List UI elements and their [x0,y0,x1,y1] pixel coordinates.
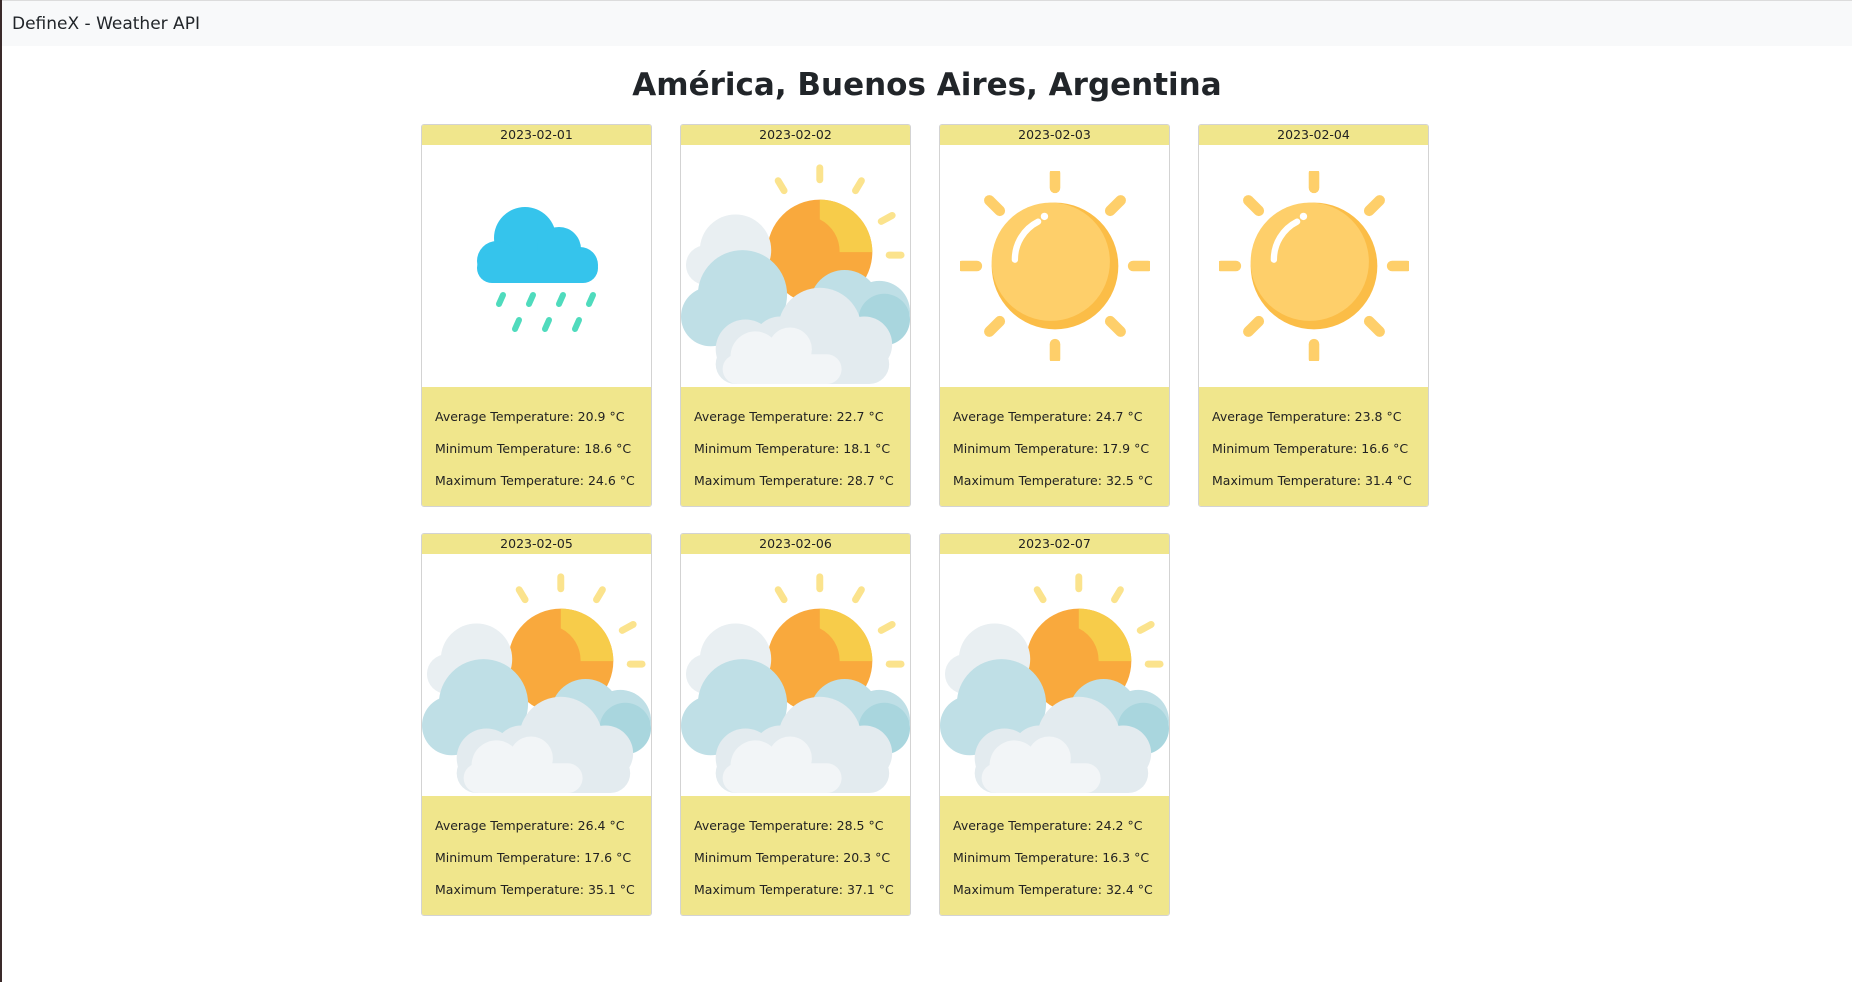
avg-temperature-label: Average Temperature: [694,818,837,833]
navbar: DefineX - Weather API [2,0,1852,46]
card-date: 2023-02-05 [422,534,651,554]
rain-icon [422,145,651,387]
min-temperature-label: Minimum Temperature: [435,441,585,456]
max-temperature-value: 35.1 °C [587,882,635,897]
max-temperature-label: Maximum Temperature: [694,882,847,897]
avg-temperature: Average Temperature: 20.9 °C [435,401,651,433]
min-temperature-label: Minimum Temperature: [694,441,844,456]
min-temperature-value: 18.1 °C [843,441,891,456]
card-body: Average Temperature: 22.7 °C Minimum Tem… [681,387,910,506]
max-temperature-value: 32.4 °C [1105,882,1153,897]
min-temperature-label: Minimum Temperature: [953,850,1103,865]
min-temperature-label: Minimum Temperature: [694,850,844,865]
min-temperature: Minimum Temperature: 16.3 °C [953,842,1169,874]
max-temperature: Maximum Temperature: 28.7 °C [694,465,910,497]
min-temperature: Minimum Temperature: 16.6 °C [1212,433,1428,465]
min-temperature-label: Minimum Temperature: [953,441,1103,456]
max-temperature-value: 24.6 °C [587,473,635,488]
min-temperature-value: 17.9 °C [1102,441,1150,456]
partly-cloudy-icon [940,554,1169,796]
card-body: Average Temperature: 26.4 °C Minimum Tem… [422,796,651,915]
max-temperature-value: 31.4 °C [1364,473,1412,488]
min-temperature-value: 16.6 °C [1361,441,1409,456]
avg-temperature-value: 24.2 °C [1095,818,1143,833]
min-temperature-value: 17.6 °C [584,850,632,865]
max-temperature: Maximum Temperature: 32.4 °C [953,874,1169,906]
partly-cloudy-icon [681,554,910,796]
avg-temperature-label: Average Temperature: [953,818,1096,833]
avg-temperature: Average Temperature: 28.5 °C [694,810,910,842]
forecast-card-2023-02-03: 2023-02-03 Average Temperature: 24.7 °C … [939,124,1170,507]
min-temperature: Minimum Temperature: 17.6 °C [435,842,651,874]
forecast-card-2023-02-05: 2023-02-05 Average Temperature: 26.4 °C … [421,533,652,916]
avg-temperature-value: 28.5 °C [836,818,884,833]
avg-temperature-value: 20.9 °C [577,409,625,424]
max-temperature-label: Maximum Temperature: [435,473,588,488]
page-title: América, Buenos Aires, Argentina [632,67,1222,103]
partly-cloudy-icon [422,554,651,796]
card-date: 2023-02-01 [422,125,651,145]
avg-temperature-value: 23.8 °C [1354,409,1402,424]
forecast-grid: 2023-02-01 Average Temperature: 20.9 °C … [421,124,1431,916]
min-temperature-value: 16.3 °C [1102,850,1150,865]
card-body: Average Temperature: 24.2 °C Minimum Tem… [940,796,1169,915]
card-body: Average Temperature: 24.7 °C Minimum Tem… [940,387,1169,506]
card-body: Average Temperature: 20.9 °C Minimum Tem… [422,387,651,506]
forecast-card-2023-02-01: 2023-02-01 Average Temperature: 20.9 °C … [421,124,652,507]
avg-temperature: Average Temperature: 22.7 °C [694,401,910,433]
max-temperature-value: 32.5 °C [1105,473,1153,488]
max-temperature-value: 28.7 °C [846,473,894,488]
partly-cloudy-icon [681,145,910,387]
avg-temperature-value: 24.7 °C [1095,409,1143,424]
avg-temperature: Average Temperature: 26.4 °C [435,810,651,842]
max-temperature: Maximum Temperature: 24.6 °C [435,465,651,497]
min-temperature-label: Minimum Temperature: [435,850,585,865]
max-temperature: Maximum Temperature: 35.1 °C [435,874,651,906]
avg-temperature-label: Average Temperature: [435,818,578,833]
card-date: 2023-02-06 [681,534,910,554]
max-temperature: Maximum Temperature: 31.4 °C [1212,465,1428,497]
navbar-brand[interactable]: DefineX - Weather API [12,14,200,34]
max-temperature-value: 37.1 °C [846,882,894,897]
min-temperature: Minimum Temperature: 17.9 °C [953,433,1169,465]
forecast-card-2023-02-06: 2023-02-06 Average Temperature: 28.5 °C … [680,533,911,916]
sun-icon [1199,145,1428,387]
avg-temperature-label: Average Temperature: [694,409,837,424]
max-temperature-label: Maximum Temperature: [435,882,588,897]
min-temperature: Minimum Temperature: 18.1 °C [694,433,910,465]
min-temperature-value: 20.3 °C [843,850,891,865]
max-temperature-label: Maximum Temperature: [953,473,1106,488]
avg-temperature-value: 26.4 °C [577,818,625,833]
card-date: 2023-02-07 [940,534,1169,554]
forecast-card-2023-02-07: 2023-02-07 Average Temperature: 24.2 °C … [939,533,1170,916]
forecast-card-2023-02-02: 2023-02-02 Average Temperature: 22.7 °C … [680,124,911,507]
avg-temperature: Average Temperature: 23.8 °C [1212,401,1428,433]
avg-temperature: Average Temperature: 24.2 °C [953,810,1169,842]
max-temperature: Maximum Temperature: 32.5 °C [953,465,1169,497]
min-temperature-label: Minimum Temperature: [1212,441,1362,456]
min-temperature-value: 18.6 °C [584,441,632,456]
card-body: Average Temperature: 23.8 °C Minimum Tem… [1199,387,1428,506]
avg-temperature: Average Temperature: 24.7 °C [953,401,1169,433]
max-temperature-label: Maximum Temperature: [694,473,847,488]
forecast-card-2023-02-04: 2023-02-04 Average Temperature: 23.8 °C … [1198,124,1429,507]
avg-temperature-value: 22.7 °C [836,409,884,424]
max-temperature-label: Maximum Temperature: [953,882,1106,897]
card-date: 2023-02-02 [681,125,910,145]
avg-temperature-label: Average Temperature: [953,409,1096,424]
min-temperature: Minimum Temperature: 18.6 °C [435,433,651,465]
page: DefineX - Weather API América, Buenos Ai… [0,0,1852,982]
sun-icon [940,145,1169,387]
max-temperature: Maximum Temperature: 37.1 °C [694,874,910,906]
min-temperature: Minimum Temperature: 20.3 °C [694,842,910,874]
card-date: 2023-02-04 [1199,125,1428,145]
card-date: 2023-02-03 [940,125,1169,145]
card-body: Average Temperature: 28.5 °C Minimum Tem… [681,796,910,915]
max-temperature-label: Maximum Temperature: [1212,473,1365,488]
avg-temperature-label: Average Temperature: [1212,409,1355,424]
avg-temperature-label: Average Temperature: [435,409,578,424]
